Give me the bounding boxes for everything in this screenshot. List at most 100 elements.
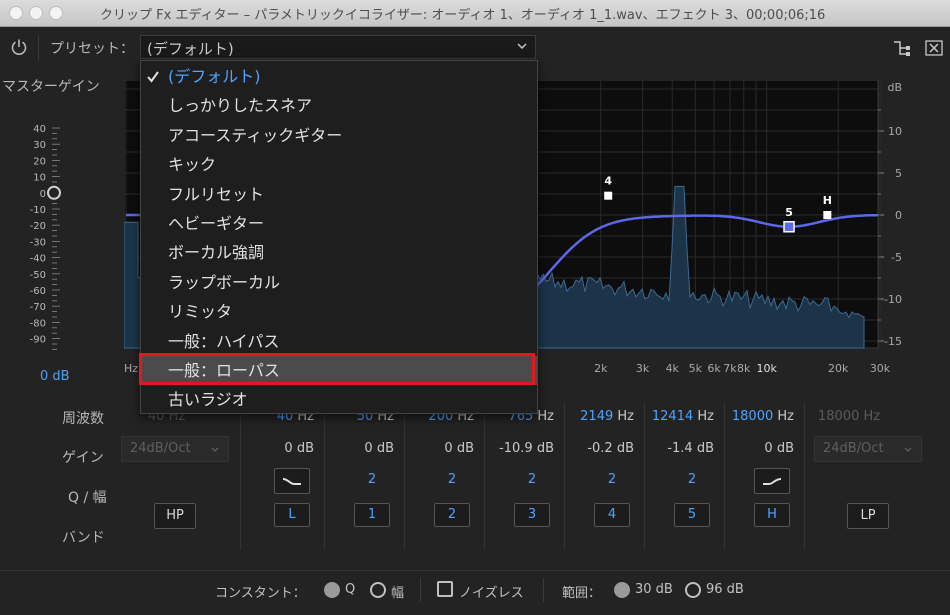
preset-menu-item[interactable]: しっかりしたスネア <box>141 91 537 120</box>
band-gain[interactable]: -1.4 dB <box>622 441 714 456</box>
band-separator <box>644 402 645 550</box>
db-axis-label: -10 <box>884 293 902 306</box>
high-shelf-icon <box>763 478 782 485</box>
freq-axis-label: 7k <box>723 362 737 375</box>
master-gain-knob[interactable] <box>47 185 61 200</box>
master-scale-label: -40 <box>30 254 46 265</box>
hp-button[interactable]: HP <box>154 503 196 529</box>
gain-row-label: ゲイン <box>62 450 104 466</box>
band-frequency-value: 2149 <box>580 409 614 424</box>
preset-menu-item[interactable]: フルリセット <box>141 180 537 209</box>
master-scale-label: -70 <box>30 302 46 313</box>
noiseless-checkbox[interactable] <box>437 581 453 597</box>
eq-node[interactable] <box>823 211 832 219</box>
band-separator <box>324 402 325 550</box>
chevron-down-icon <box>904 447 912 452</box>
eq-node[interactable] <box>783 221 795 233</box>
hp-slope-select[interactable]: 24dB/Oct <box>121 436 229 462</box>
lp-slope-select[interactable]: 24dB/Oct <box>814 436 922 462</box>
q-width-row-label: Q / 幅 <box>68 490 107 506</box>
preset-menu-item[interactable]: ラップボーカル <box>141 268 537 297</box>
close-window-button[interactable] <box>9 6 23 20</box>
eq-node[interactable] <box>604 191 613 200</box>
preset-menu-item[interactable]: (デフォルト) <box>141 62 537 91</box>
band-q[interactable]: 2 <box>432 472 472 487</box>
db-axis-label: 0 <box>895 209 902 222</box>
db-axis-label: 5 <box>895 167 902 180</box>
lp-button[interactable]: LP <box>847 503 889 529</box>
preset-menu-item-label: アコースティックギター <box>168 125 343 145</box>
band-gain[interactable]: -10.9 dB <box>462 441 554 456</box>
band-q[interactable]: 2 <box>672 472 712 487</box>
master-scale-label: 0 <box>40 189 46 200</box>
preset-menu-item[interactable]: アコースティックギター <box>141 121 537 150</box>
bottom-divider <box>543 578 544 602</box>
preset-menu-item[interactable]: リミッタ <box>141 297 537 326</box>
preset-select[interactable]: (デフォルト) <box>140 35 536 59</box>
band-1-button[interactable]: 1 <box>354 503 390 527</box>
preset-menu-item-label: フルリセット <box>168 184 265 204</box>
hp-slope-value: 24dB/Oct <box>130 441 191 456</box>
band-L-button[interactable]: L <box>274 503 310 527</box>
master-gain-slider[interactable]: 40 30 20 10 0 -10 -20 -30 -40 -50 -60 -70 -80 -90 <box>0 110 70 350</box>
master-scale-label: 20 <box>33 156 46 167</box>
preset-menu-item-label: ヘビーギター <box>168 214 265 233</box>
band-gain[interactable]: -0.2 dB <box>542 441 634 456</box>
band-frequency[interactable]: 18000 Hz <box>702 409 794 424</box>
range-96db-radio[interactable] <box>685 582 701 598</box>
clip-close-icon[interactable] <box>925 40 943 56</box>
title-bar: クリップ Fx エディター – パラメトリックイコライザー: オーディオ 1、オ… <box>0 0 950 27</box>
lp-frequency[interactable]: 18000 Hz <box>818 409 880 424</box>
band-gain[interactable]: 0 dB <box>222 441 314 456</box>
constant-q-radio[interactable] <box>324 582 340 598</box>
preset-menu-item[interactable]: ヘビーギター <box>141 209 537 238</box>
preset-menu-item-label: ラップボーカル <box>168 272 281 292</box>
band-separator <box>484 402 485 550</box>
band-q[interactable]: 2 <box>512 472 552 487</box>
zoom-window-button[interactable] <box>49 6 63 20</box>
chevron-down-icon <box>517 43 527 50</box>
routing-icon[interactable] <box>892 40 912 56</box>
band-H-button[interactable]: H <box>754 503 790 527</box>
band-gain[interactable]: 0 dB <box>382 441 474 456</box>
db-axis-label: -15 <box>884 335 902 348</box>
range-label: 範囲： <box>562 586 602 601</box>
constant-width-radio[interactable] <box>370 582 386 598</box>
master-gain-value[interactable]: 0 dB <box>40 369 70 384</box>
preset-menu-item[interactable]: 一般：ハイパス <box>141 327 537 356</box>
power-icon[interactable] <box>10 38 28 56</box>
master-scale-label: -30 <box>30 237 46 248</box>
band-q[interactable]: 2 <box>592 472 632 487</box>
band-gain[interactable]: 0 dB <box>702 441 794 456</box>
range-30db-radio[interactable] <box>614 582 630 598</box>
preset-menu-item-label: 一般：ハイパス <box>168 331 280 351</box>
constant-width-label: 幅 <box>391 586 405 601</box>
master-scale-label: -80 <box>30 318 46 329</box>
band-frequency[interactable]: 12414 Hz <box>622 409 714 424</box>
band-separator <box>804 402 805 550</box>
band-5-button[interactable]: 5 <box>674 503 710 527</box>
bottom-divider <box>420 578 421 602</box>
minimize-window-button[interactable] <box>29 6 43 20</box>
band-frequency[interactable]: 2149 Hz <box>542 409 634 424</box>
band-3-button[interactable]: 3 <box>514 503 550 527</box>
band-2-button[interactable]: 2 <box>434 503 470 527</box>
preset-menu-item[interactable]: ボーカル強調 <box>141 238 537 267</box>
lp-slope-value: 24dB/Oct <box>823 441 884 456</box>
highlight-annotation <box>139 353 535 385</box>
master-scale-label: -10 <box>30 205 46 216</box>
band-gain[interactable]: 0 dB <box>302 441 394 456</box>
low-shelf-shape-button[interactable] <box>274 468 310 494</box>
band-separator <box>724 402 725 550</box>
master-scale-label: 30 <box>33 140 46 151</box>
freq-axis-label: 10k <box>757 362 778 375</box>
master-scale-label: -90 <box>30 335 46 346</box>
high-shelf-shape-button[interactable] <box>754 468 790 494</box>
eq-node-label: 5 <box>785 206 793 219</box>
preset-menu-item-label: (デフォルト) <box>168 67 261 86</box>
preset-menu-item[interactable]: 古いラジオ <box>141 385 537 414</box>
band-q[interactable]: 2 <box>352 472 392 487</box>
band-4-button[interactable]: 4 <box>594 503 630 527</box>
preset-menu-item[interactable]: キック <box>141 150 537 179</box>
preset-menu-item-label: キック <box>168 155 217 175</box>
